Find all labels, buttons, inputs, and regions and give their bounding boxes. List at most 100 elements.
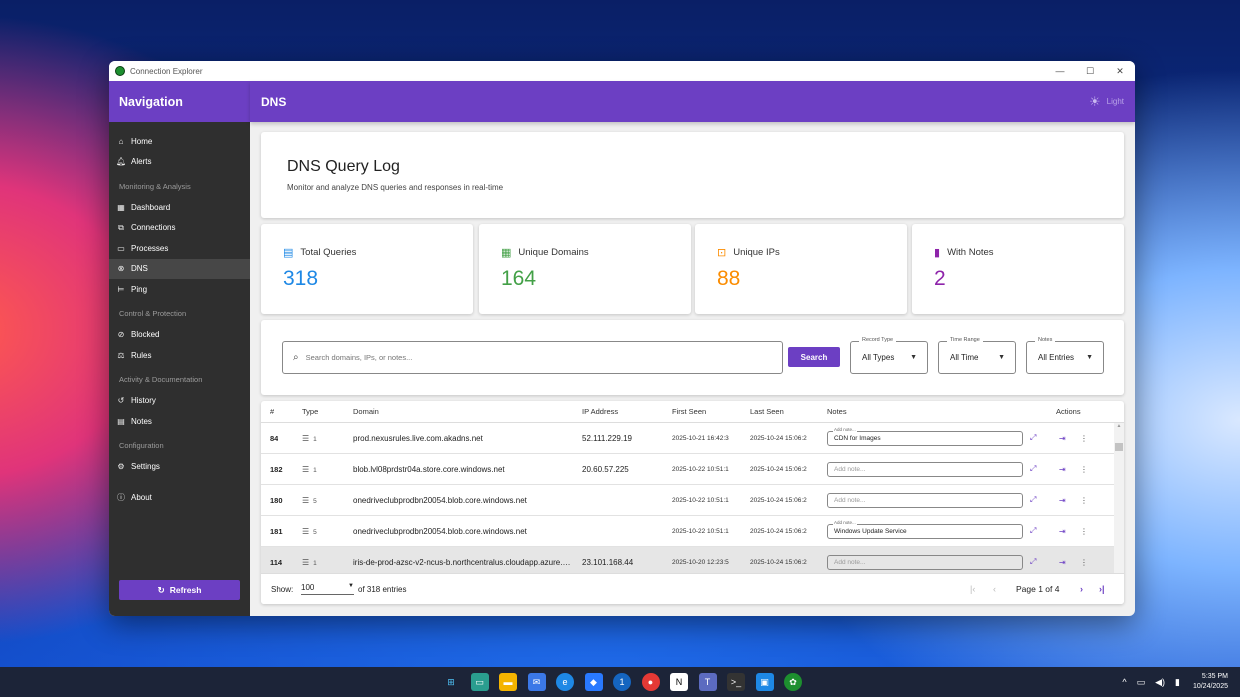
sidebar-item-blocked[interactable]: ⊘ Blocked	[109, 325, 250, 346]
theme-toggle[interactable]: ☀ Light	[1089, 94, 1124, 110]
open-icon[interactable]: ⇥	[1059, 527, 1066, 536]
expand-icon[interactable]: ⤢	[1030, 557, 1036, 567]
note-input[interactable]: Add note... CDN for Images	[827, 426, 1023, 446]
app-icon[interactable]: ●	[641, 673, 660, 691]
sidebar-item-dns[interactable]: ⊗ DNS	[109, 258, 250, 279]
last-seen-cell: 2025-10-24 15:06:2	[750, 434, 807, 442]
sidebar-item-label: Ping	[131, 284, 148, 294]
minimize-button[interactable]: —	[1045, 66, 1075, 77]
search-button[interactable]: Search	[788, 347, 840, 367]
scroll-up-icon[interactable]: ▲	[1114, 423, 1124, 429]
mail-icon[interactable]: ✉	[527, 673, 546, 691]
refresh-button[interactable]: ↻ Refresh	[119, 580, 240, 600]
folder-icon[interactable]: ▬	[499, 673, 517, 691]
column-header[interactable]: First Seen	[672, 407, 706, 416]
table-row[interactable]: 182 ☰ 1 blob.lvl08prdstr04a.store.core.wind…	[261, 454, 1124, 485]
table-row[interactable]: 181 ☰ 5 onedriveclubprodbn20054.blob.core.w…	[261, 516, 1124, 547]
select-value: All Entries	[1038, 353, 1075, 362]
first-page-icon[interactable]: |‹	[970, 584, 975, 594]
sidebar-item-dashboard[interactable]: ▦ Dashboard	[109, 197, 250, 218]
teams-icon[interactable]: T	[698, 673, 717, 691]
row-number: 180	[270, 495, 283, 505]
sidebar-item-ping[interactable]: ⊨ Ping	[109, 279, 250, 300]
note-input[interactable]: Add note...	[827, 492, 1023, 508]
prev-page-icon[interactable]: ‹	[993, 584, 996, 594]
sidebar-item-label: Connections	[131, 223, 176, 233]
notes-filter-select[interactable]: Notes All Entries ▼	[1026, 337, 1104, 374]
volume-icon[interactable]: ◀)	[1155, 677, 1165, 688]
store-icon[interactable]: ◆	[584, 673, 603, 691]
open-icon[interactable]: ⇥	[1059, 465, 1066, 474]
sidebar-item-label: Dashboard	[131, 202, 171, 212]
table-row[interactable]: 180 ☰ 5 onedriveclubprodbn20054.blob.core.w…	[261, 485, 1124, 516]
expand-icon[interactable]: ⤢	[1030, 464, 1036, 474]
first-seen-cell: 2025-10-21 16:42:3	[672, 434, 729, 442]
sidebar-item-alerts[interactable]: 🔔︎ Alerts	[109, 152, 250, 173]
close-button[interactable]: ✕	[1105, 66, 1135, 77]
sidebar-item-label: History	[131, 396, 156, 406]
more-vert-icon[interactable]: ⋮	[1080, 465, 1088, 474]
notion-icon[interactable]: N	[670, 673, 688, 691]
search-field[interactable]: ⌕	[282, 341, 783, 374]
column-header[interactable]: IP Address	[582, 407, 618, 416]
expand-icon[interactable]: ⤢	[1030, 495, 1036, 505]
column-header[interactable]: Last Seen	[750, 407, 784, 416]
time-range-select[interactable]: Time Range All Time ▼	[938, 337, 1016, 374]
select-legend: Record Type	[859, 337, 897, 343]
more-vert-icon[interactable]: ⋮	[1080, 558, 1088, 567]
more-vert-icon[interactable]: ⋮	[1080, 527, 1088, 536]
record-type-select[interactable]: Record Type All Types ▼	[850, 337, 928, 374]
clock[interactable]: 5:35 PM 10/24/2025	[1193, 672, 1228, 692]
more-vert-icon[interactable]: ⋮	[1080, 496, 1088, 505]
column-header[interactable]: #	[270, 407, 274, 416]
filter-bar: ⌕ Search Record Type All Types ▼ Time Ra…	[261, 320, 1124, 395]
column-header[interactable]: Type	[302, 407, 318, 416]
note-input[interactable]: Add note...	[827, 554, 1023, 570]
dns-table: # Type Domain IP Address First Seen Last…	[261, 401, 1124, 604]
column-header[interactable]: Notes	[827, 407, 847, 416]
dns-icon: ⊗	[117, 264, 125, 274]
display-icon[interactable]: ▭	[1137, 677, 1146, 688]
window-title: Connection Explorer	[130, 66, 203, 76]
search-input[interactable]	[305, 353, 782, 362]
stat-label: With Notes	[947, 247, 994, 258]
note-input[interactable]: Add note... Windows Update Service	[827, 519, 1023, 539]
expand-icon[interactable]: ⤢	[1030, 526, 1036, 536]
sidebar-item-about[interactable]: ⓘ About	[109, 487, 250, 508]
maximize-button[interactable]: ☐	[1075, 66, 1105, 77]
sidebar-item-home[interactable]: ⌂ Home	[109, 131, 250, 152]
sidebar-item-rules[interactable]: ⚖ Rules	[109, 345, 250, 366]
open-icon[interactable]: ⇥	[1059, 496, 1066, 505]
table-row[interactable]: 84 ☰ 1 prod.nexusrules.live.com.akadns.net 5…	[261, 423, 1124, 454]
domain-cell: onedriveclubprodbn20054.blob.core.window…	[353, 495, 527, 505]
terminal-icon[interactable]: >_	[727, 673, 745, 691]
edge-browser-icon[interactable]: e	[556, 673, 574, 691]
start-icon[interactable]: ⊞	[442, 673, 460, 691]
chevron-up-icon[interactable]: ^	[1122, 677, 1126, 688]
note-input[interactable]: Add note...	[827, 461, 1023, 477]
scroll-thumb[interactable]	[1115, 443, 1123, 451]
first-seen-cell: 2025-10-20 12:23:5	[672, 558, 729, 566]
column-header[interactable]: Domain	[353, 407, 379, 416]
last-page-icon[interactable]: ›|	[1099, 584, 1105, 594]
more-vert-icon[interactable]: ⋮	[1080, 434, 1088, 443]
note-value: Add note...	[834, 558, 866, 566]
expand-icon[interactable]: ⤢	[1030, 433, 1036, 443]
open-icon[interactable]: ⇥	[1059, 558, 1066, 567]
table-scrollbar[interactable]: ▲	[1114, 423, 1124, 573]
open-icon[interactable]: ⇥	[1059, 434, 1066, 443]
connection-explorer-icon[interactable]: ✿	[784, 673, 802, 691]
next-page-icon[interactable]: ›	[1080, 584, 1083, 594]
section-title: Control & Protection	[119, 309, 187, 318]
sidebar-item-notes[interactable]: ▤ Notes	[109, 411, 250, 432]
sidebar-item-history[interactable]: ↺ History	[109, 391, 250, 412]
rows-per-page-select[interactable]: 100 ▼	[301, 583, 354, 595]
battery-icon[interactable]: ▮	[1175, 677, 1180, 688]
sidebar-item-processes[interactable]: ▭ Processes	[109, 238, 250, 259]
sidebar-item-connections[interactable]: ⧉ Connections	[109, 218, 250, 239]
sidebar-item-settings[interactable]: ⚙ Settings	[109, 457, 250, 478]
terminal-app-icon[interactable]: ▭	[470, 673, 489, 691]
section-title: Configuration	[119, 441, 164, 450]
password-manager-icon[interactable]: 1	[613, 673, 631, 691]
remote-desktop-icon[interactable]: ▣	[755, 673, 774, 691]
